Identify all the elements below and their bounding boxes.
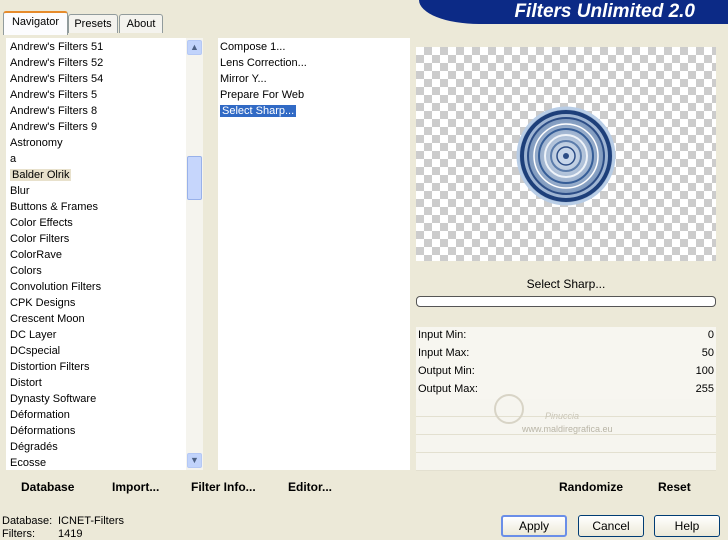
category-item[interactable]: Andrew's Filters 8 [6,103,186,119]
param-value[interactable]: 0 [708,329,714,341]
watermark-text: www.maldiregrafica.eu [522,424,613,434]
tab-presets[interactable]: Presets [68,14,118,33]
category-item[interactable]: Andrew's Filters 52 [6,55,186,71]
category-item[interactable]: Astronomy [6,135,186,151]
category-item[interactable]: ColorRave [6,247,186,263]
param-row[interactable]: Input Min: 0 [416,327,716,346]
category-item[interactable]: Blur [6,183,186,199]
progress-bar [416,296,716,307]
param-row[interactable]: Output Min: 100 [416,363,716,382]
param-row-empty [416,435,716,453]
preview-canvas [416,47,716,261]
category-item[interactable]: a [6,151,186,167]
status-filters-value: 1419 [58,528,83,540]
param-label: Input Max: [418,347,470,359]
category-item[interactable]: DC Layer [6,327,186,343]
filter-item[interactable]: Compose 1... [218,39,410,55]
category-item[interactable]: Distortion Filters [6,359,186,375]
category-item[interactable]: Dégradés [6,439,186,455]
app-title-banner: Filters Unlimited 2.0 [419,0,728,24]
category-scrollbar[interactable]: ▲ ▼ [186,38,203,470]
category-item[interactable]: Andrew's Filters 5 [6,87,186,103]
param-row[interactable]: Output Max: 255 [416,381,716,400]
param-row[interactable]: Input Max: 50 [416,345,716,364]
category-item[interactable]: Distort [6,375,186,391]
param-value[interactable]: 100 [696,365,714,377]
filter-list[interactable]: Compose 1... Lens Correction... Mirror Y..… [218,38,410,470]
watermark-logo [494,394,524,424]
category-item[interactable]: DCspecial [6,343,186,359]
filter-item[interactable]: Lens Correction... [218,55,410,71]
preview-image [516,106,616,206]
category-item[interactable]: Crescent Moon [6,311,186,327]
reset-button[interactable]: Reset [658,480,691,494]
category-item[interactable]: Convolution Filters [6,279,186,295]
param-row-empty [416,453,716,471]
category-item[interactable]: CPK Designs [6,295,186,311]
scroll-up-button[interactable]: ▲ [187,40,202,55]
param-label: Input Min: [418,329,467,341]
category-item[interactable]: Color Effects [6,215,186,231]
status-filters-label: Filters: [2,528,35,540]
param-label: Output Min: [418,365,475,377]
tab-navigator[interactable]: Navigator [3,11,68,35]
param-value[interactable]: 50 [702,347,714,359]
randomize-button[interactable]: Randomize [559,480,623,494]
category-item[interactable]: Andrew's Filters 54 [6,71,186,87]
filter-item[interactable]: Select Sharp... [218,103,410,119]
scroll-thumb[interactable] [187,156,202,200]
cancel-button[interactable]: Cancel [578,515,644,537]
category-item[interactable]: Andrew's Filters 51 [6,39,186,55]
category-item[interactable]: Déformation [6,407,186,423]
param-value[interactable]: 255 [696,383,714,395]
database-button[interactable]: Database [21,480,74,494]
param-label: Output Max: [418,383,478,395]
tab-about[interactable]: About [119,14,163,33]
watermark-name: Pinuccia [545,411,580,421]
category-item[interactable]: Andrew's Filters 9 [6,119,186,135]
help-button[interactable]: Help [654,515,720,537]
category-item[interactable]: Balder Olrik [6,167,186,183]
import-button[interactable]: Import... [112,480,159,494]
category-list[interactable]: Andrew's Filters 51 Andrew's Filters 52 An… [6,38,186,470]
status-database-label: Database: [2,515,53,527]
editor-button[interactable]: Editor... [288,480,332,494]
preview-filter-name: Select Sharp... [526,277,606,291]
category-item[interactable]: Buttons & Frames [6,199,186,215]
filter-info-button[interactable]: Filter Info... [191,480,256,494]
category-item[interactable]: Ecosse [6,455,186,471]
status-database-value: ICNET-Filters [58,515,124,527]
category-item[interactable]: Déformations [6,423,186,439]
filter-item[interactable]: Mirror Y... [218,71,410,87]
apply-button[interactable]: Apply [501,515,567,537]
category-item[interactable]: Colors [6,263,186,279]
scroll-down-button[interactable]: ▼ [187,453,202,468]
filter-item[interactable]: Prepare For Web [218,87,410,103]
category-item[interactable]: Dynasty Software [6,391,186,407]
category-item[interactable]: Color Filters [6,231,186,247]
